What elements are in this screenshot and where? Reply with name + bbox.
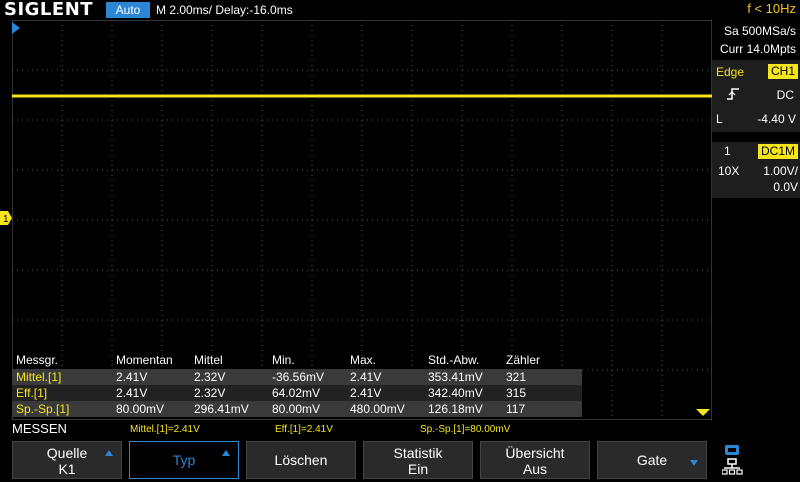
type-softkey[interactable]: Typ (129, 441, 239, 479)
table-cell: 117 (506, 402, 526, 416)
source-softkey[interactable]: Quelle K1 (12, 441, 122, 479)
overview-value: Aus (522, 461, 548, 477)
arrow-up-icon (222, 450, 230, 456)
memory-depth: Curr 14.0Mpts (719, 42, 796, 56)
statistics-softkey[interactable]: Statistik Ein (363, 441, 473, 479)
table-cell: 64.02mV (272, 386, 321, 400)
header-cell: Momentan (116, 353, 173, 367)
trigger-coupling: DC (776, 88, 794, 102)
table-cell: 80.00mV (116, 402, 165, 416)
header-cell: Std.-Abw. (428, 353, 480, 367)
table-cell: 2.32V (194, 386, 226, 400)
table-cell: 353.41mV (428, 370, 483, 384)
trigger-level-label: L (716, 112, 723, 126)
table-cell: 342.40mV (428, 386, 483, 400)
probe-attenuation: 10X (718, 164, 740, 178)
trigger-level: -4.40 V (757, 112, 796, 126)
overview-softkey[interactable]: Übersicht Aus (480, 441, 590, 479)
arrow-up-icon (105, 450, 113, 456)
table-cell: 2.41V (116, 386, 148, 400)
table-row: Mittel.[1] 2.41V 2.32V -36.56mV 2.41V 35… (12, 369, 582, 385)
header-cell: Max. (350, 353, 377, 367)
statistics-label: Statistik (393, 445, 443, 461)
source-value: K1 (58, 461, 76, 477)
vertical-offset: 0.0V (773, 180, 798, 194)
table-row: Eff.[1] 2.41V 2.32V 64.02mV 2.41V 342.40… (12, 385, 582, 401)
table-cell: 480.00mV (350, 402, 405, 416)
table-cell: 80.00mV (272, 402, 321, 416)
arrow-down-icon (690, 460, 698, 466)
channel-number: 1 (724, 144, 731, 158)
overview-label: Übersicht (505, 445, 565, 461)
table-cell: 321 (506, 370, 527, 384)
acquisition-mode-badge[interactable]: Auto (106, 2, 150, 18)
table-cell: 2.41V (350, 370, 382, 384)
summary-mean: Mittel.[1]=2.41V (130, 424, 200, 435)
trigger-source: CH1 (767, 64, 798, 79)
ch1-ground-label: 1 (3, 214, 9, 225)
measure-name: Mittel.[1] (16, 370, 62, 384)
usb-network-status (721, 443, 746, 477)
statistics-value: Ein (407, 461, 429, 477)
table-cell: 126.18mV (428, 402, 483, 416)
right-info-panel: Sa 500MSa/s Curr 14.0Mpts Edge CH1 DC L … (712, 20, 800, 420)
timebase-readout[interactable]: M 2.00ms/ Delay:-16.0ms (156, 3, 293, 17)
rising-edge-icon (726, 87, 740, 106)
channel1-info-box[interactable]: 1 DC1M 10X 1.00V/ 0.0V (712, 142, 800, 198)
trigger-info-box[interactable]: Edge CH1 DC L -4.40 V (712, 60, 800, 132)
network-icon (721, 458, 743, 475)
menu-title: MESSEN (12, 421, 67, 436)
brand-logo: SIGLENT (4, 0, 94, 20)
type-label: Typ (172, 452, 196, 468)
summary-rms: Eff.[1]=2.41V (275, 424, 333, 435)
clear-softkey[interactable]: Löschen (246, 441, 356, 479)
table-row: Sp.-Sp.[1] 80.00mV 296.41mV 80.00mV 480.… (12, 401, 582, 417)
table-cell: 315 (506, 386, 527, 400)
table-header-row: Messgr. Momentan Mittel Min. Max. Std.-A… (12, 352, 582, 368)
header-cell: Zähler (506, 353, 541, 367)
channel-coupling: DC1M (757, 144, 798, 159)
gate-softkey[interactable]: Gate (597, 441, 707, 479)
frequency-counter: f < 10Hz (747, 1, 796, 16)
vertical-scale: 1.00V/ (763, 164, 798, 178)
table-cell: 2.41V (116, 370, 148, 384)
table-cell: 2.41V (350, 386, 382, 400)
measure-name: Eff.[1] (16, 386, 48, 400)
top-status-bar: SIGLENT Auto M 2.00ms/ Delay:-16.0ms f <… (0, 0, 800, 20)
table-cell: 2.32V (194, 370, 226, 384)
header-cell: Mittel (194, 353, 223, 367)
ch1-ground-marker[interactable]: 1 (0, 211, 12, 225)
table-cell: -36.56mV (272, 370, 325, 384)
header-cell: Min. (272, 353, 295, 367)
summary-pkpk: Sp.-Sp.[1]=80.00mV (420, 424, 511, 435)
clear-label: Löschen (274, 452, 328, 468)
header-cell: Messgr. (16, 353, 59, 367)
table-cell: 296.41mV (194, 402, 249, 416)
sample-rate: Sa 500MSa/s (723, 24, 796, 38)
measure-name: Sp.-Sp.[1] (16, 402, 70, 416)
trigger-type: Edge (716, 65, 745, 79)
usb-icon (725, 445, 739, 455)
